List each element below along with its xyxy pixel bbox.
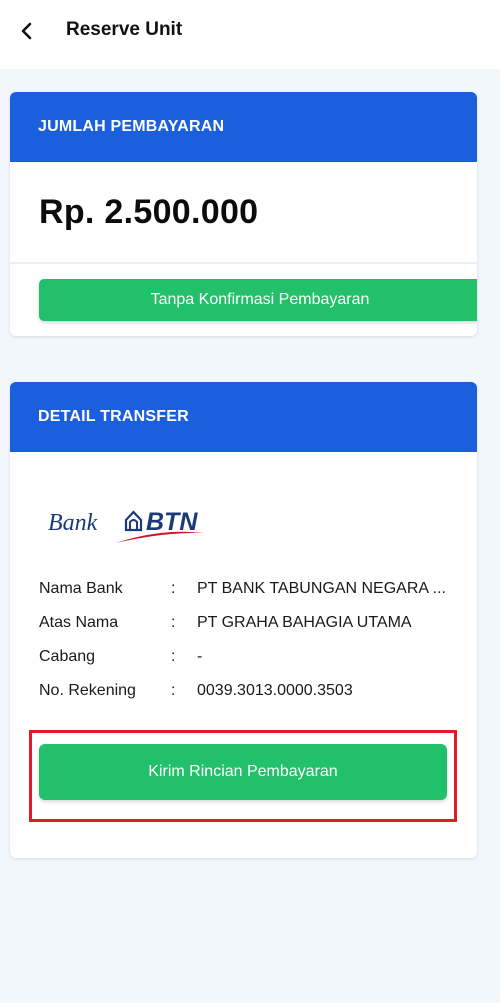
info-row-branch: Cabang : - — [39, 648, 469, 672]
info-separator: : — [171, 682, 176, 699]
no-confirmation-button[interactable]: Tanpa Konfirmasi Pembayaran — [39, 279, 477, 321]
btn-logo-text: BTN — [146, 508, 198, 536]
bank-logo-text: Bank — [48, 510, 98, 536]
info-separator: : — [171, 648, 176, 665]
info-separator: : — [171, 580, 176, 597]
info-value: PT BANK TABUNGAN NEGARA ... — [197, 580, 446, 597]
payment-amount-card: JUMLAH PEMBAYARAN Rp. 2.500.000 Tanpa Ko… — [10, 92, 477, 336]
payment-amount: Rp. 2.500.000 — [39, 192, 259, 231]
btn-house-logo-icon — [124, 510, 143, 532]
info-row-account-number: No. Rekening : 0039.3013.0000.3503 — [39, 682, 469, 706]
info-label: No. Rekening — [39, 682, 136, 699]
info-value: - — [197, 648, 203, 665]
bank-btn-logo: Bank BTN — [48, 508, 204, 543]
app-bar: Reserve Unit — [0, 0, 500, 69]
info-value: PT GRAHA BAHAGIA UTAMA — [197, 614, 412, 631]
back-button[interactable] — [12, 16, 42, 46]
info-label: Nama Bank — [39, 580, 123, 597]
info-label: Cabang — [39, 648, 96, 665]
payment-card-title: JUMLAH PEMBAYARAN — [38, 118, 225, 135]
transfer-card-title: DETAIL TRANSFER — [38, 408, 189, 425]
transfer-detail-card: DETAIL TRANSFER Bank BTN Nama Bank : PT … — [10, 382, 477, 858]
transfer-card-header: DETAIL TRANSFER — [10, 382, 477, 452]
info-value: 0039.3013.0000.3503 — [197, 682, 353, 699]
info-row-account-holder: Atas Nama : PT GRAHA BAHAGIA UTAMA — [39, 614, 469, 638]
info-label: Atas Nama — [39, 614, 119, 631]
amount-area: Rp. 2.500.000 — [10, 162, 477, 264]
info-row-bank-name: Nama Bank : PT BANK TABUNGAN NEGARA ... — [39, 580, 469, 604]
info-separator: : — [171, 614, 176, 631]
send-payment-details-button[interactable]: Kirim Rincian Pembayaran — [39, 744, 447, 800]
payment-card-header: JUMLAH PEMBAYARAN — [10, 92, 477, 162]
page-title: Reserve Unit — [66, 19, 183, 40]
arrow-left-icon — [21, 22, 32, 40]
